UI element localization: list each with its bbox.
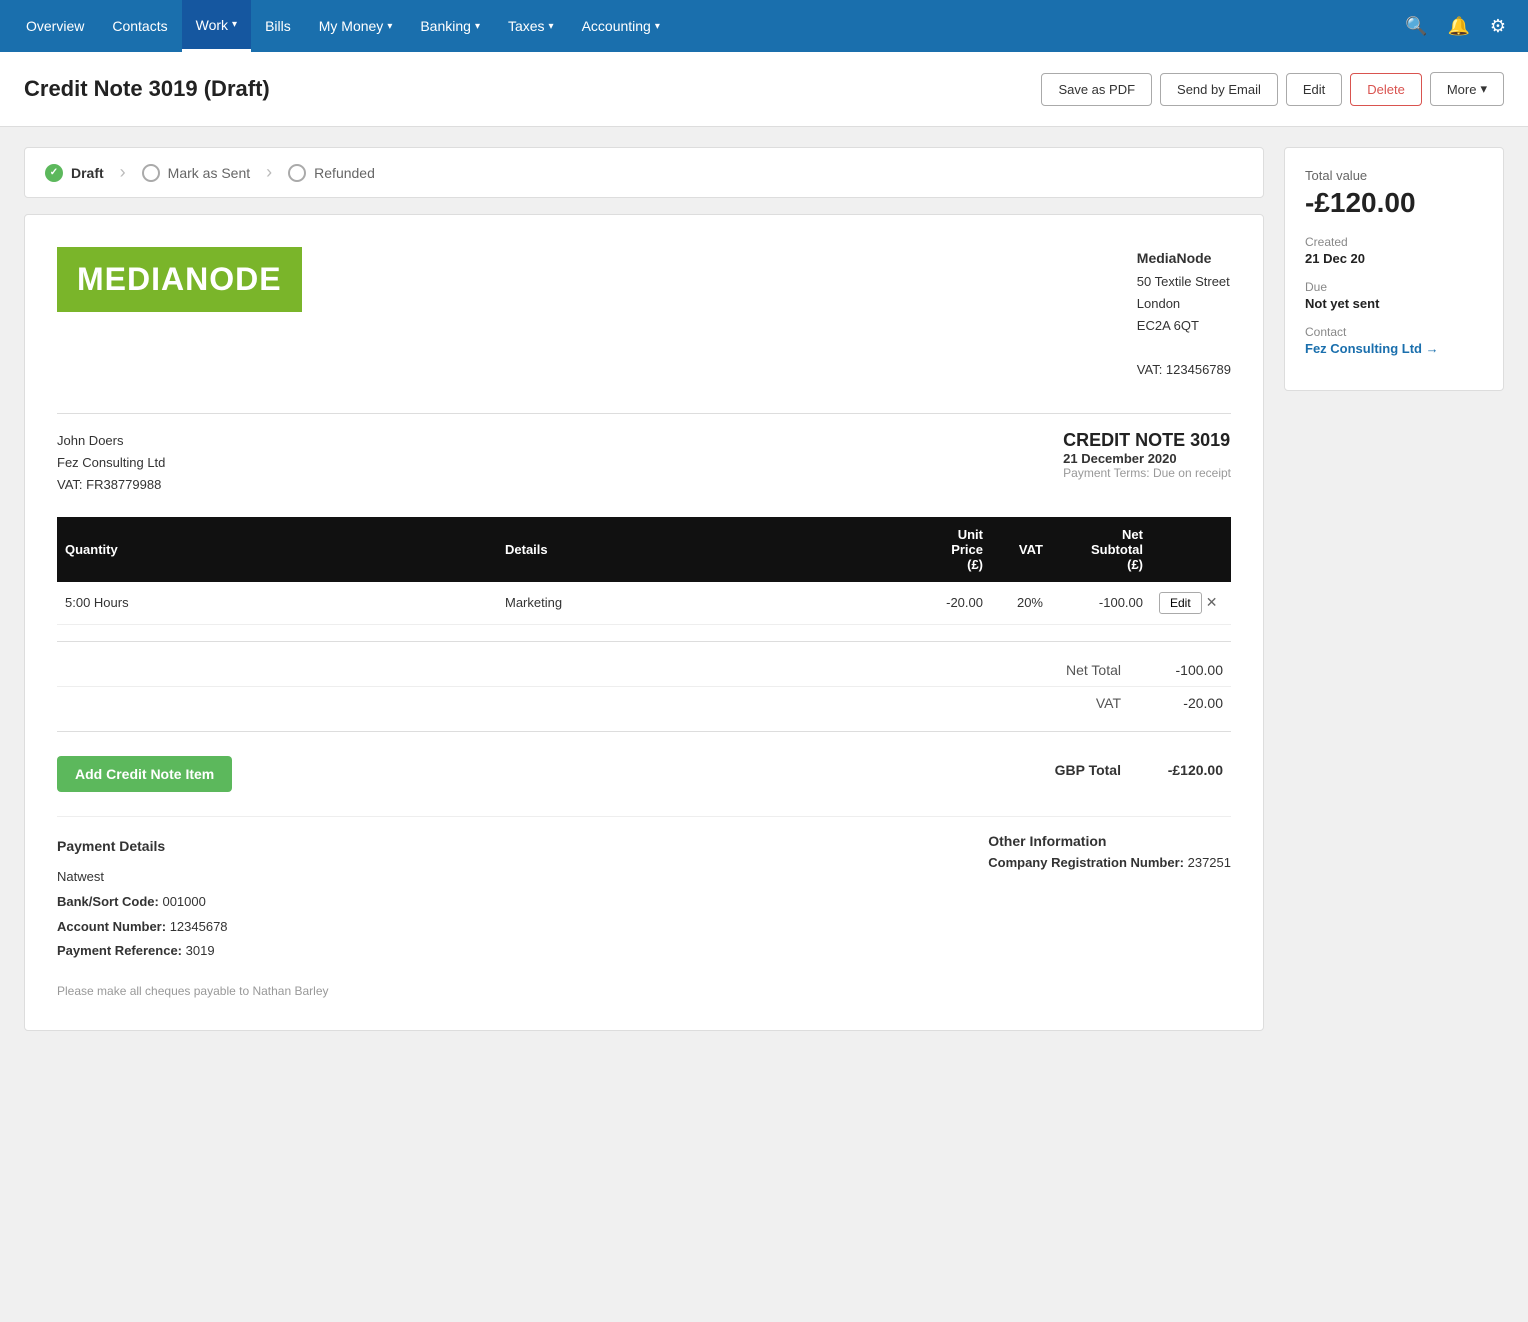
nav-item-mymoney[interactable]: My Money ▾ [305, 0, 407, 52]
other-info: Other Information Company Registration N… [988, 833, 1231, 964]
chevron-down-icon: ▾ [387, 21, 392, 32]
status-bar: ✓ Draft › Mark as Sent › Refunded [24, 147, 1264, 198]
mark-as-sent-dot [142, 164, 160, 182]
payment-reference: Payment Reference: 3019 [57, 939, 228, 964]
row-actions-cell: Edit ✕ [1151, 582, 1231, 625]
right-column: Total value -£120.00 Created 21 Dec 20 D… [1284, 147, 1504, 1031]
more-button[interactable]: More ▾ [1430, 72, 1504, 106]
chevron-down-icon: ▾ [549, 21, 554, 32]
row-quantity: 5:00 Hours [57, 582, 497, 625]
status-step-refunded[interactable]: Refunded [288, 164, 375, 182]
invoice-meta: CREDIT NOTE 3019 21 December 2020 Paymen… [1063, 430, 1231, 496]
nav-item-accounting[interactable]: Accounting ▾ [568, 0, 674, 52]
chevron-down-icon: ▾ [475, 21, 480, 32]
refunded-dot [288, 164, 306, 182]
search-icon[interactable]: 🔍 [1395, 16, 1437, 37]
chevron-down-icon: ▾ [655, 21, 660, 32]
arrow-icon: › [266, 162, 272, 183]
status-step-mark-as-sent[interactable]: Mark as Sent [142, 164, 250, 182]
bottom-section: Payment Details Natwest Bank/Sort Code: … [57, 816, 1231, 964]
row-net-subtotal: -100.00 [1051, 582, 1151, 625]
page-header: Credit Note 3019 (Draft) Save as PDF Sen… [0, 52, 1528, 127]
invoice-top: MEDIANODE MediaNode 50 Textile Street Lo… [57, 247, 1231, 381]
company-logo: MEDIANODE [57, 247, 302, 381]
header-actions: Save as PDF Send by Email Edit Delete Mo… [1041, 72, 1504, 106]
bottom-actions-row: Add Credit Note Item GBP Total -£120.00 [57, 748, 1231, 792]
created-field: Created 21 Dec 20 [1305, 235, 1483, 266]
send-by-email-button[interactable]: Send by Email [1160, 73, 1278, 106]
nav-item-banking[interactable]: Banking ▾ [406, 0, 494, 52]
nav-item-overview[interactable]: Overview [12, 0, 98, 52]
net-total-row: Net Total -100.00 [57, 658, 1231, 682]
navbar: Overview Contacts Work ▾ Bills My Money … [0, 0, 1528, 52]
contact-field: Contact Fez Consulting Ltd → [1305, 325, 1483, 356]
col-vat: VAT [991, 517, 1051, 582]
cheque-note: Please make all cheques payable to Natha… [57, 984, 1231, 998]
account-number: Account Number: 12345678 [57, 915, 228, 940]
payment-details: Payment Details Natwest Bank/Sort Code: … [57, 833, 228, 964]
page-title: Credit Note 3019 (Draft) [24, 76, 1041, 102]
invoice-table: Quantity Details UnitPrice(£) VAT NetSub… [57, 517, 1231, 625]
table-row: 5:00 Hours Marketing -20.00 20% -100.00 … [57, 582, 1231, 625]
summary-card: Total value -£120.00 Created 21 Dec 20 D… [1284, 147, 1504, 391]
col-net-subtotal: NetSubtotal(£) [1051, 517, 1151, 582]
chevron-down-icon: ▾ [232, 19, 237, 30]
client-info: John Doers Fez Consulting Ltd VAT: FR387… [57, 430, 165, 496]
row-edit-button[interactable]: Edit [1159, 592, 1202, 614]
company-reg: Company Registration Number: 237251 [988, 855, 1231, 870]
row-unit-price: -20.00 [901, 582, 991, 625]
nav-item-work[interactable]: Work ▾ [182, 0, 251, 52]
company-info: MediaNode 50 Textile Street London EC2A … [1137, 247, 1231, 381]
chevron-down-icon: ▾ [1480, 81, 1487, 97]
row-vat: 20% [991, 582, 1051, 625]
totals-section: Net Total -100.00 VAT -20.00 [57, 658, 1231, 715]
nav-item-contacts[interactable]: Contacts [98, 0, 181, 52]
nav-item-taxes[interactable]: Taxes ▾ [494, 0, 568, 52]
edit-button[interactable]: Edit [1286, 73, 1342, 106]
gear-icon[interactable]: ⚙ [1480, 16, 1516, 37]
main-content: ✓ Draft › Mark as Sent › Refunded MEDIAN… [0, 127, 1528, 1051]
client-section: John Doers Fez Consulting Ltd VAT: FR387… [57, 430, 1231, 496]
row-details: Marketing [497, 582, 901, 625]
left-column: ✓ Draft › Mark as Sent › Refunded MEDIAN… [24, 147, 1264, 1031]
nav-item-bills[interactable]: Bills [251, 0, 305, 52]
add-credit-note-item-button[interactable]: Add Credit Note Item [57, 756, 232, 792]
contact-link[interactable]: Fez Consulting Ltd → [1305, 341, 1483, 356]
col-unit-price: UnitPrice(£) [901, 517, 991, 582]
col-details: Details [497, 517, 901, 582]
delete-button[interactable]: Delete [1350, 73, 1422, 106]
vat-row: VAT -20.00 [57, 691, 1231, 715]
arrow-icon: › [120, 162, 126, 183]
col-actions [1151, 517, 1231, 582]
draft-active-icon: ✓ [45, 164, 63, 182]
due-field: Due Not yet sent [1305, 280, 1483, 311]
row-delete-button[interactable]: ✕ [1206, 594, 1218, 611]
status-step-draft[interactable]: ✓ Draft [45, 164, 104, 182]
sort-code: Bank/Sort Code: 001000 [57, 890, 228, 915]
gbp-total-row: GBP Total -£120.00 [1047, 756, 1231, 784]
col-quantity: Quantity [57, 517, 497, 582]
invoice-card: MEDIANODE MediaNode 50 Textile Street Lo… [24, 214, 1264, 1031]
save-as-pdf-button[interactable]: Save as PDF [1041, 73, 1152, 106]
bell-icon[interactable]: 🔔 [1437, 16, 1479, 37]
